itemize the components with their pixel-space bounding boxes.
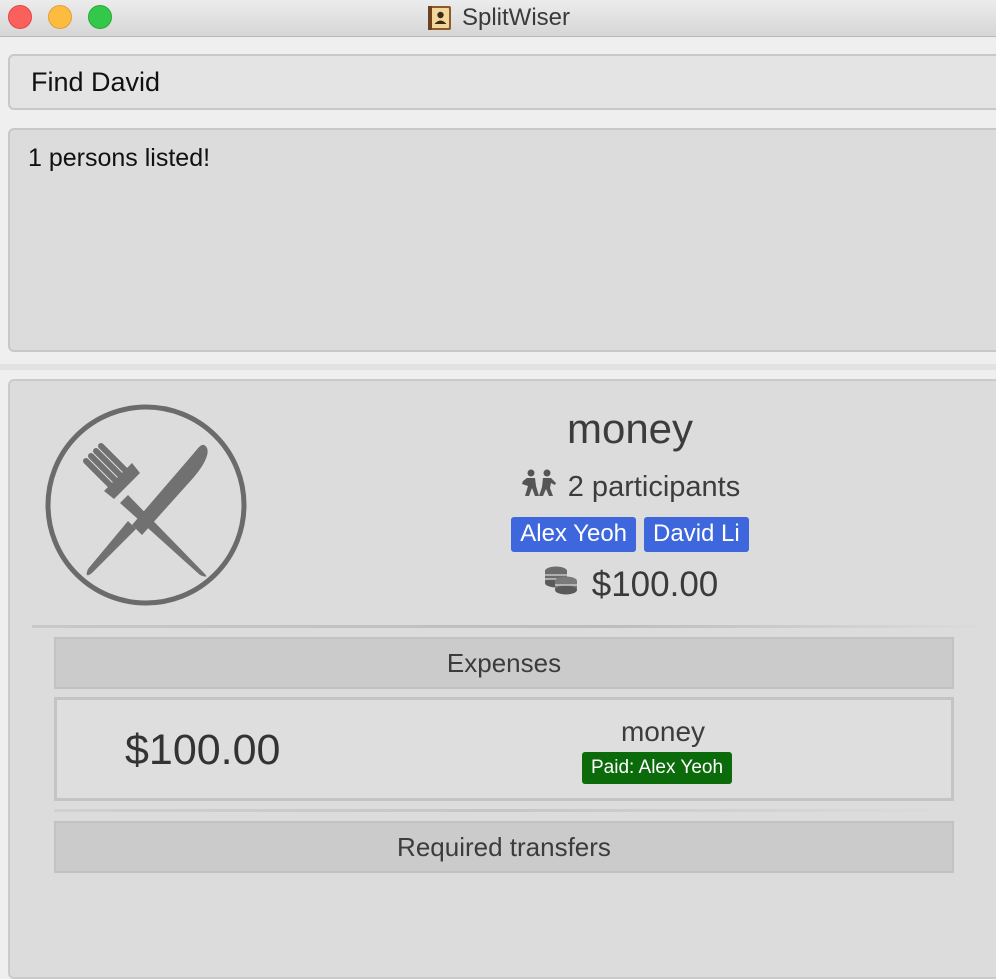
command-input-text: Find David [31, 66, 161, 97]
window-title: SplitWiser [461, 4, 570, 31]
people-icon [520, 468, 558, 506]
coins-icon [542, 564, 580, 605]
participant-tag: Alex Yeoh [511, 517, 637, 552]
required-transfers-header: Required transfers [54, 821, 954, 873]
result-display[interactable]: 1 persons listed! [8, 128, 996, 352]
participants-count: 2 participants [567, 470, 741, 503]
expense-list-item[interactable]: $100.00 money Paid: Alex Yeoh [54, 697, 954, 801]
group-total-amount: $100.00 [591, 564, 719, 604]
expenses-header: Expenses [54, 637, 954, 689]
panel-separator [32, 625, 992, 628]
required-transfers-label: Required transfers [397, 831, 611, 862]
expense-amount: $100.00 [125, 726, 281, 774]
paid-by-badge: Paid: Alex Yeoh [582, 752, 733, 784]
expense-description: money [620, 716, 706, 747]
group-detail-panel: money 2 participants Alex Yeoh David Li [8, 379, 996, 979]
list-separator [54, 809, 954, 812]
address-book-icon [426, 5, 454, 31]
paid-by-label: Paid: Alex Yeoh [591, 757, 724, 778]
participant-tags: Alex Yeoh David Li [410, 517, 850, 552]
window-title-area: SplitWiser [0, 0, 996, 36]
participant-tag: David Li [644, 517, 749, 552]
window-titlebar: SplitWiser [0, 0, 996, 37]
participants-summary: 2 participants [410, 468, 850, 506]
group-name: money [566, 405, 694, 452]
expenses-header-label: Expenses [446, 647, 562, 678]
fork-knife-icon [44, 403, 248, 607]
split-divider[interactable] [0, 364, 996, 370]
group-total: $100.00 [410, 564, 850, 605]
result-text: 1 persons listed! [28, 144, 211, 172]
command-input[interactable]: Find David [8, 54, 996, 110]
